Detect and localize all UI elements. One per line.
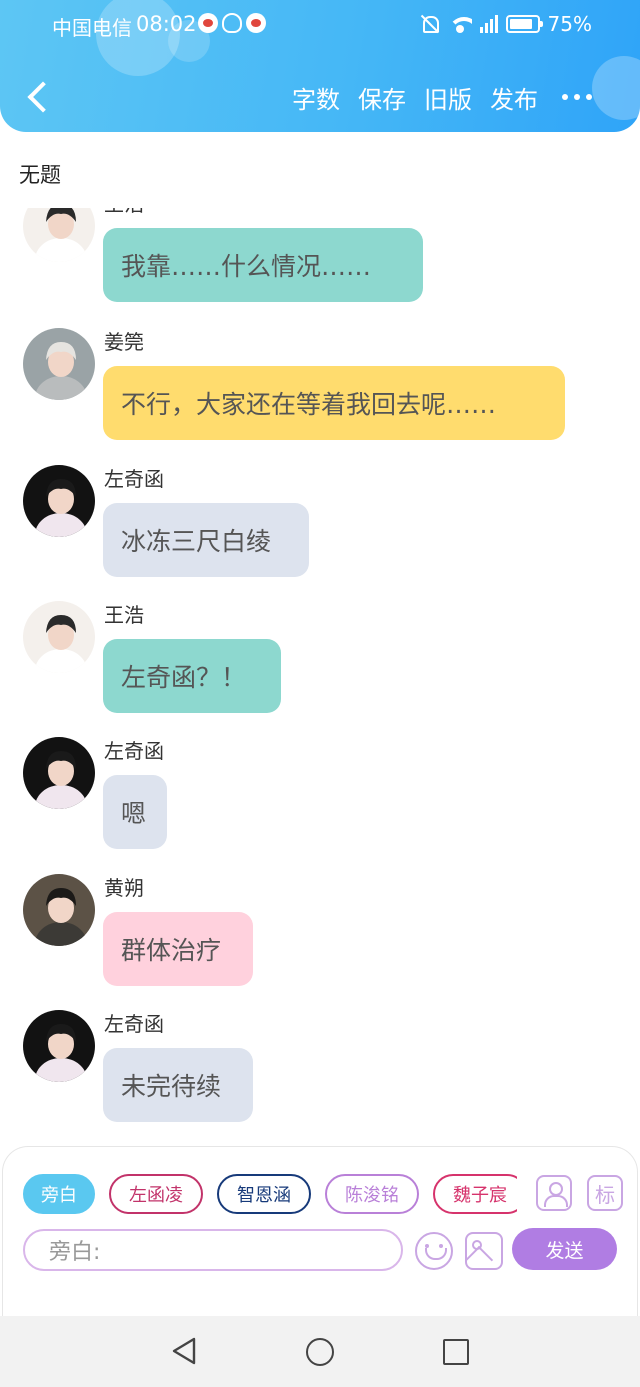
battery-percent: 75% — [547, 12, 592, 36]
message-bubble[interactable]: 不行，大家还在等着我回去呢…… — [103, 366, 565, 440]
chat-message[interactable]: 黄朔 群体治疗 — [0, 872, 640, 1012]
app-header: 中国电信 08:02 75% 字数 保存 旧版 发布 — [0, 0, 640, 132]
toolbar-actions: 字数 保存 旧版 发布 — [292, 80, 538, 115]
chat-message[interactable]: 左奇函 冰冻三尺白绫 — [0, 463, 640, 603]
avatar[interactable] — [23, 601, 95, 673]
message-bubble[interactable]: 群体治疗 — [103, 912, 253, 986]
avatar[interactable] — [23, 737, 95, 809]
send-button[interactable]: 发送 — [512, 1228, 617, 1270]
message-bubble[interactable]: 未完待续 — [103, 1048, 253, 1122]
composer-panel: 旁白 左函凌 智恩涵 陈浚铭 魏子宸 标 旁白: 发送 — [2, 1146, 638, 1316]
tag-button[interactable]: 标 — [587, 1175, 623, 1211]
role-chip[interactable]: 智恩涵 — [217, 1174, 311, 1214]
chat-message[interactable]: 左奇函 未完待续 — [0, 1008, 640, 1138]
chat-message[interactable]: 王浩左奇函？！ — [0, 599, 640, 739]
sender-name: 王浩 — [104, 603, 144, 627]
wifi-icon — [447, 15, 472, 33]
weibo-icon — [246, 13, 266, 33]
sender-name: 左奇函 — [104, 1012, 164, 1036]
role-chip[interactable]: 左函凌 — [109, 1174, 203, 1214]
person-icon[interactable] — [536, 1175, 572, 1211]
chat-list[interactable]: 王浩我靠……什么情况……姜筦不行，大家还在等着我回去呢……左奇函冰冻三尺白绫王浩… — [0, 208, 640, 1138]
smile-icon[interactable] — [415, 1232, 453, 1270]
message-bubble[interactable]: 冰冻三尺白绫 — [103, 503, 309, 577]
sender-name: 王浩 — [104, 208, 144, 217]
signal-icon — [479, 15, 498, 33]
avatar[interactable] — [23, 1010, 95, 1082]
image-icon[interactable] — [465, 1232, 503, 1270]
avatar[interactable] — [23, 208, 95, 262]
message-bubble[interactable]: 我靠……什么情况…… — [103, 228, 423, 302]
system-nav-bar — [0, 1316, 640, 1387]
message-bubble[interactable]: 左奇函？！ — [103, 639, 281, 713]
sender-name: 左奇函 — [104, 467, 164, 491]
publish-button[interactable]: 发布 — [490, 80, 538, 115]
decorative-bubble — [592, 56, 640, 120]
triangle-back-icon[interactable] — [170, 1336, 198, 1366]
word-count-button[interactable]: 字数 — [292, 80, 340, 115]
sender-name: 黄朔 — [104, 876, 144, 900]
avatar[interactable] — [23, 328, 95, 400]
message-bubble[interactable]: 嗯 — [103, 775, 167, 849]
chat-message[interactable]: 左奇函嗯 — [0, 735, 640, 875]
sender-name: 姜筦 — [104, 330, 144, 354]
square-recents-icon[interactable] — [443, 1339, 469, 1365]
carrier-name: 中国电信 — [52, 16, 132, 40]
role-chip[interactable]: 魏子宸 — [433, 1174, 517, 1214]
chevron-left-icon[interactable] — [20, 78, 56, 118]
status-indicators: 75% — [420, 12, 592, 36]
battery-icon — [505, 15, 543, 33]
chat-message[interactable]: 姜筦不行，大家还在等着我回去呢…… — [0, 326, 640, 466]
role-chip-active[interactable]: 旁白 — [23, 1174, 95, 1214]
status-bar: 中国电信 08:02 75% — [0, 0, 640, 50]
avatar[interactable] — [23, 874, 95, 946]
story-title[interactable]: 无题 — [19, 159, 61, 189]
avatar[interactable] — [23, 465, 95, 537]
more-dots-icon[interactable] — [562, 86, 598, 108]
narration-input[interactable]: 旁白: — [23, 1229, 403, 1271]
qq-icon — [222, 13, 242, 33]
circle-home-icon[interactable] — [306, 1338, 334, 1366]
mute-bell-icon — [420, 14, 440, 34]
sender-name: 左奇函 — [104, 739, 164, 763]
old-version-button[interactable]: 旧版 — [424, 80, 472, 115]
status-time: 08:02 — [136, 12, 197, 36]
role-chip-row[interactable]: 旁白 左函凌 智恩涵 陈浚铭 魏子宸 — [23, 1172, 517, 1216]
notification-icons — [198, 13, 266, 33]
chat-message[interactable]: 王浩我靠……什么情况…… — [0, 208, 640, 328]
weibo-icon — [198, 13, 218, 33]
save-button[interactable]: 保存 — [358, 80, 406, 115]
role-chip[interactable]: 陈浚铭 — [325, 1174, 419, 1214]
